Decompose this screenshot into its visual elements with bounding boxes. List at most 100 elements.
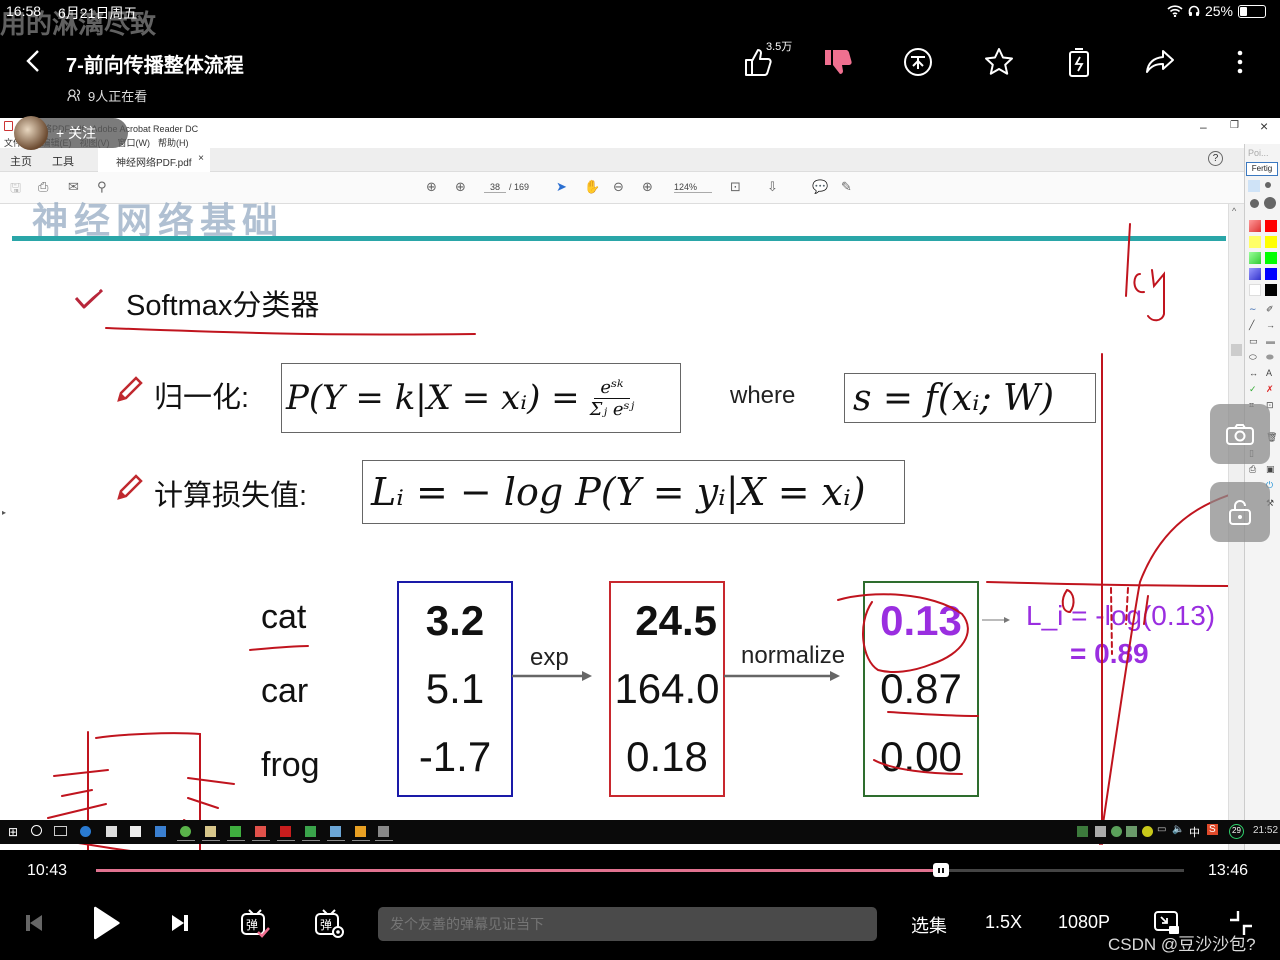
fit-page-icon[interactable]: ⊡ [730,179,741,195]
color-swatch-black[interactable] [1265,284,1277,296]
zoom-out-icon[interactable]: ⊖ [613,179,624,195]
speed-button[interactable]: 1.5X [985,912,1022,933]
hand-tool-icon[interactable]: ✋ [584,179,600,195]
acrobat-taskbar-icon[interactable] [280,826,291,837]
app-icon-gray[interactable] [378,826,389,837]
app-icon-red[interactable] [255,826,266,837]
windows-start-icon[interactable]: ⊞ [8,825,18,839]
brush-size-small[interactable] [1248,180,1260,192]
print-palette-icon[interactable]: ⎙ [1249,464,1256,475]
video-frame[interactable]: 神经网络PDF.pdf - Adobe Acrobat Reader DC 文件… [0,118,1280,850]
share-button[interactable] [1140,44,1180,80]
charge-button[interactable] [1059,44,1099,80]
danmaku-toggle-button[interactable]: 弹 [238,905,272,941]
notification-badge[interactable]: 29 [1229,824,1244,839]
prev-page-icon[interactable]: ⊕ [426,179,437,195]
double-arrow-tool-icon[interactable]: ↔ [1249,368,1258,378]
ime-indicator[interactable]: 中 [1189,824,1200,840]
tab-document[interactable]: 神经网络PDF.pdf × [98,148,210,172]
danmaku-settings-button[interactable]: 弹 [312,905,346,941]
restore-icon[interactable]: ❐ [1230,120,1239,131]
eraser-tool-icon[interactable]: ✐ [1266,304,1274,315]
palette-done-button[interactable]: Fertig [1246,162,1278,176]
color-swatch-white[interactable] [1249,284,1261,296]
tray-icon-plus[interactable] [1142,826,1153,837]
app-icon-lightblue[interactable] [330,826,341,837]
network-icon[interactable]: ▭ [1157,824,1166,835]
mail-icon[interactable] [130,826,141,837]
app-icon-blue[interactable] [155,826,166,837]
tray-icon-nvidia[interactable] [1077,826,1088,837]
color-swatch-red-light[interactable] [1249,220,1261,232]
scroll-up-icon[interactable]: ^ [1232,206,1236,216]
tab-tools[interactable]: 工具 [52,153,74,169]
screenshot-button[interactable] [1210,404,1270,464]
uploader-avatar[interactable] [14,116,48,150]
favorite-button[interactable] [979,44,1019,80]
line-tool-icon[interactable]: ╱ [1249,320,1254,331]
scroll-mode-icon[interactable]: ⇩ [767,179,778,195]
next-page-icon[interactable]: ⊕ [455,179,466,195]
color-swatch-blue-light[interactable] [1249,268,1261,280]
color-swatch-blue[interactable] [1265,268,1277,280]
zoom-in-icon[interactable]: ⊕ [642,179,653,195]
brush-size-medium[interactable] [1265,182,1271,188]
lock-rotation-button[interactable] [1210,482,1270,542]
previous-button[interactable] [22,905,46,941]
play-button[interactable] [86,905,126,941]
dislike-button[interactable] [818,44,858,80]
danmaku-input[interactable] [378,907,877,941]
arrow-tool-icon[interactable]: → [1266,320,1275,330]
filled-rect-tool-icon[interactable]: ▬ [1266,336,1275,346]
tray-icon-shield[interactable] [1126,826,1137,837]
back-button[interactable] [22,46,46,76]
next-button[interactable] [168,905,192,941]
progress-bar[interactable] [96,863,1184,877]
pen-icon[interactable]: ✎ [841,179,852,195]
app-icon-green[interactable] [180,826,191,837]
edge-icon[interactable] [80,826,91,837]
file-explorer-icon[interactable] [205,826,216,837]
rect-tool-icon[interactable]: ▭ [1249,336,1258,347]
color-swatch-green[interactable] [1265,252,1277,264]
color-swatch-yellow[interactable] [1265,236,1277,248]
comment-icon[interactable]: 💬 [812,179,828,195]
tray-icon-green[interactable] [1111,826,1122,837]
color-swatch-green-light[interactable] [1249,252,1261,264]
scroll-thumb[interactable] [1231,344,1242,356]
save-palette-icon[interactable]: ▣ [1266,464,1275,475]
select-tool-icon[interactable]: ➤ [556,179,567,195]
filled-ellipse-tool-icon[interactable]: ⬬ [1266,352,1274,363]
store-icon[interactable] [106,826,117,837]
tab-close-icon[interactable]: × [198,153,204,164]
quality-button[interactable]: 1080P [1058,912,1110,933]
ellipse-tool-icon[interactable]: ⬭ [1249,352,1257,363]
color-swatch-yellow-light[interactable] [1249,236,1261,248]
cortana-icon[interactable] [31,825,42,836]
close-icon[interactable]: × [1260,118,1268,134]
help-icon[interactable]: ? [1208,151,1223,166]
text-tool-icon[interactable]: A [1266,368,1272,378]
cross-tool-icon[interactable]: ✗ [1266,384,1274,395]
freehand-tool-icon[interactable]: ∼ [1249,304,1257,315]
follow-button[interactable]: + 关注 [14,116,128,150]
save-icon[interactable]: 🖫 [10,179,21,201]
zoom-level-select[interactable]: 124% [674,182,712,193]
brush-size-large[interactable] [1250,199,1259,208]
app-icon-green-2[interactable] [305,826,316,837]
volume-icon[interactable]: 🔈 [1172,824,1184,835]
coin-button[interactable] [898,44,938,80]
episodes-button[interactable]: 选集 [911,912,947,938]
collapse-left-icon[interactable]: ▸ [2,508,6,517]
sogou-tray-icon[interactable]: S [1207,824,1218,835]
more-button[interactable] [1220,44,1260,80]
progress-handle[interactable] [933,863,950,877]
tray-icon-doc[interactable] [1095,826,1106,837]
tab-home[interactable]: 主页 [10,153,32,169]
minimize-icon[interactable]: – [1200,120,1207,134]
brush-size-xlarge[interactable] [1264,197,1276,209]
camtasia-icon[interactable] [230,826,241,837]
task-view-icon[interactable] [54,826,67,836]
check-tool-icon[interactable]: ✓ [1249,384,1257,395]
color-swatch-red[interactable] [1265,220,1277,232]
